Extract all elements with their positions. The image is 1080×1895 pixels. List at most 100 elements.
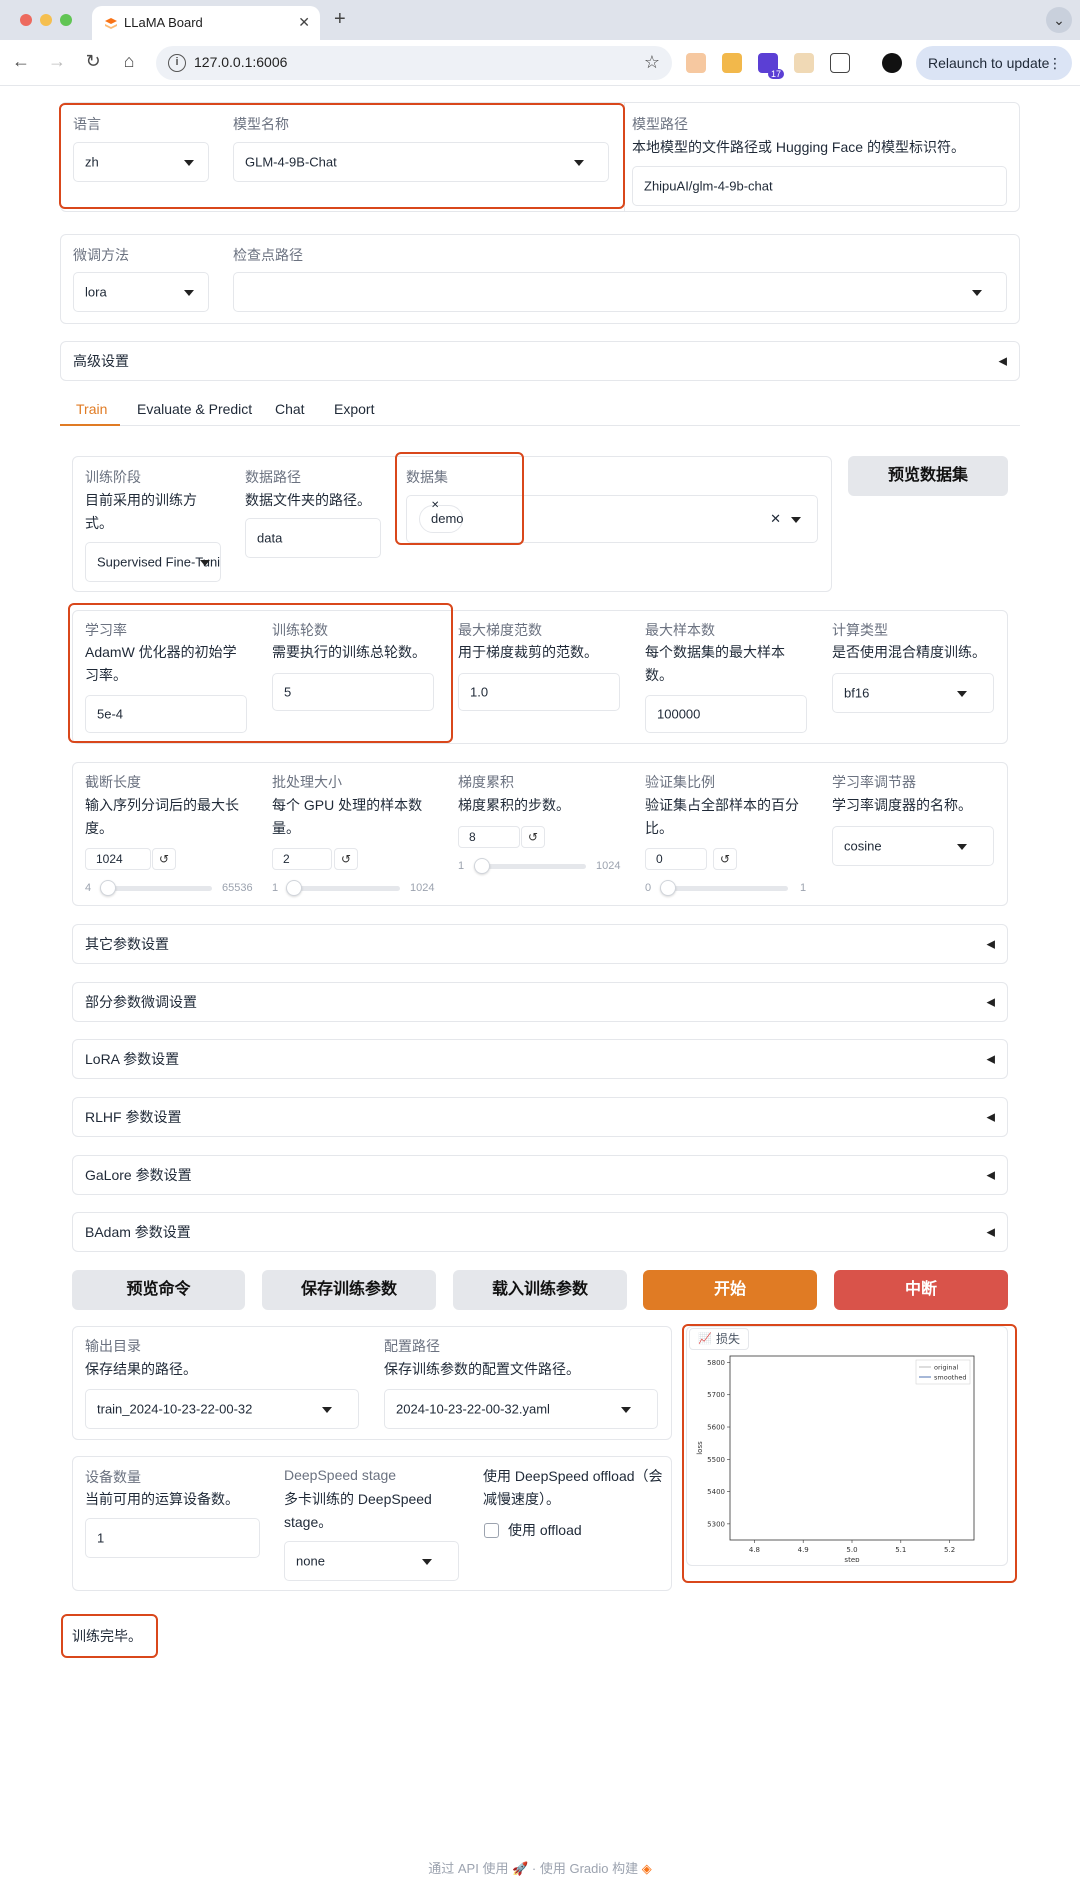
browser-tab[interactable]: LLaMA Board ✕: [92, 6, 320, 40]
forward-icon[interactable]: →: [46, 51, 68, 72]
devices-input[interactable]: 1: [85, 1518, 260, 1558]
site-info-icon[interactable]: i: [168, 54, 186, 72]
batch-info: 每个 GPU 处理的样本数量。: [272, 797, 423, 836]
profile-avatar-icon[interactable]: [882, 53, 902, 73]
tab-search-chevron-icon[interactable]: ⌄: [1046, 7, 1072, 33]
save-args-button[interactable]: 保存训练参数: [262, 1270, 436, 1310]
language-label: 语言: [73, 116, 101, 132]
compute-type-dropdown[interactable]: bf16: [832, 673, 994, 713]
tab-export[interactable]: Export: [334, 401, 374, 417]
scheduler-dropdown[interactable]: cosine: [832, 826, 994, 866]
start-button[interactable]: 开始: [643, 1270, 817, 1310]
grad-accum-label: 梯度累积: [458, 774, 514, 790]
accordion-title: 其它参数设置: [85, 936, 169, 952]
home-icon[interactable]: ⌂: [118, 51, 140, 72]
rlhf-params-accordion[interactable]: RLHF 参数设置 ◀: [72, 1097, 1008, 1137]
preview-dataset-button[interactable]: 预览数据集: [848, 456, 1008, 496]
dataset-dir-label: 数据路径: [245, 469, 301, 485]
extensions-puzzle-icon[interactable]: [830, 53, 850, 73]
model-path-input[interactable]: ZhipuAI/glm-4-9b-chat: [632, 166, 1007, 206]
model-path-value: ZhipuAI/glm-4-9b-chat: [644, 178, 773, 194]
val-size-slider[interactable]: [660, 886, 788, 891]
legend-label: original: [934, 1364, 958, 1372]
extension-ip-icon[interactable]: [722, 53, 742, 73]
more-menu-icon[interactable]: ⋮: [1048, 46, 1062, 80]
model-name-dropdown[interactable]: GLM-4-9B-Chat: [233, 142, 609, 182]
extension-icon[interactable]: [686, 53, 706, 73]
x-tick-label: 4.9: [798, 1546, 809, 1554]
chevron-down-icon: [322, 1407, 332, 1413]
lora-params-accordion[interactable]: LoRA 参数设置 ◀: [72, 1039, 1008, 1079]
freeze-params-accordion[interactable]: 部分参数微调设置 ◀: [72, 982, 1008, 1022]
val-size-value: 0: [656, 852, 663, 866]
tab-evaluate[interactable]: Evaluate & Predict: [137, 401, 252, 417]
collapse-arrow-icon: ◀: [986, 1111, 995, 1124]
val-size-number[interactable]: 0: [645, 848, 707, 870]
batch-slider-handle[interactable]: [286, 880, 302, 896]
reset-icon[interactable]: ↺: [334, 848, 358, 870]
max-grad-norm-label: 最大梯度范数: [458, 622, 542, 638]
reset-icon[interactable]: ↺: [152, 848, 176, 870]
tab-close-icon[interactable]: ✕: [298, 14, 310, 31]
bookmark-star-icon[interactable]: ☆: [644, 52, 660, 73]
extension-badge-icon[interactable]: 17: [758, 53, 784, 79]
other-params-accordion[interactable]: 其它参数设置 ◀: [72, 924, 1008, 964]
cutoff-slider-handle[interactable]: [100, 880, 116, 896]
preview-command-button[interactable]: 预览命令: [72, 1270, 245, 1310]
epochs-input[interactable]: 5: [272, 673, 434, 711]
val-size-slider-handle[interactable]: [660, 880, 676, 896]
offload-checkbox[interactable]: [484, 1523, 499, 1538]
config-path-dropdown[interactable]: 2024-10-23-22-00-32.yaml: [384, 1389, 658, 1429]
max-samples-input[interactable]: 100000: [645, 695, 807, 733]
tab-train[interactable]: Train: [76, 401, 107, 417]
galore-params-accordion[interactable]: GaLore 参数设置 ◀: [72, 1155, 1008, 1195]
extension-blocked-icon[interactable]: [794, 53, 814, 73]
checkpoint-dropdown[interactable]: [233, 272, 1007, 312]
val-size-min: 0: [645, 882, 652, 894]
abort-button[interactable]: 中断: [834, 1270, 1008, 1310]
stage-dropdown[interactable]: Supervised Fine-Tuning: [85, 542, 221, 582]
finetune-dropdown[interactable]: lora: [73, 272, 209, 312]
maximize-window-button[interactable]: [60, 14, 72, 26]
relaunch-button[interactable]: Relaunch to update ⋮: [916, 46, 1072, 80]
max-grad-norm-input[interactable]: 1.0: [458, 673, 620, 711]
language-dropdown[interactable]: zh: [73, 142, 209, 182]
new-tab-icon[interactable]: +: [334, 8, 346, 31]
advanced-settings-accordion[interactable]: 高级设置 ◀: [60, 341, 1020, 381]
cutoff-min: 4: [85, 882, 92, 894]
gradio-link[interactable]: 使用 Gradio 构建: [540, 1861, 638, 1876]
batch-slider[interactable]: [286, 886, 400, 891]
minimize-window-button[interactable]: [40, 14, 52, 26]
grad-accum-slider-handle[interactable]: [474, 858, 490, 874]
ds-stage-dropdown[interactable]: none: [284, 1541, 459, 1581]
devices-label: 设备数量: [85, 1469, 141, 1485]
epochs-label: 训练轮数: [272, 622, 328, 638]
close-window-button[interactable]: [20, 14, 32, 26]
dataset-dir-input[interactable]: data: [245, 518, 381, 558]
config-path-info: 保存训练参数的配置文件路径。: [384, 1361, 580, 1377]
config-path-label: 配置路径: [384, 1338, 440, 1354]
clear-icon[interactable]: ✕: [770, 511, 781, 527]
grad-accum-number[interactable]: 8: [458, 826, 520, 848]
tab-chat[interactable]: Chat: [275, 401, 305, 417]
address-bar[interactable]: i 127.0.0.1:6006 ☆: [156, 46, 672, 80]
load-args-button[interactable]: 载入训练参数: [453, 1270, 627, 1310]
reload-icon[interactable]: ↻: [82, 51, 104, 72]
dataset-multiselect[interactable]: demo ✕ ✕: [406, 495, 818, 543]
api-link[interactable]: 通过 API 使用: [428, 1861, 508, 1876]
cutoff-slider[interactable]: [102, 886, 212, 891]
grad-accum-slider[interactable]: [474, 864, 586, 869]
cutoff-number[interactable]: 1024: [85, 848, 151, 870]
batch-number[interactable]: 2: [272, 848, 332, 870]
chip-remove-icon[interactable]: ✕: [431, 493, 454, 519]
finetune-value: lora: [85, 284, 107, 300]
x-tick-label: 5.1: [895, 1546, 906, 1554]
back-icon[interactable]: ←: [10, 51, 32, 72]
reset-icon[interactable]: ↺: [713, 848, 737, 870]
output-dir-dropdown[interactable]: train_2024-10-23-22-00-32: [85, 1389, 359, 1429]
cutoff-max: 65536: [222, 882, 253, 894]
devices-value: 1: [97, 1530, 105, 1546]
lr-input[interactable]: 5e-4: [85, 695, 247, 733]
reset-icon[interactable]: ↺: [521, 826, 545, 848]
badam-params-accordion[interactable]: BAdam 参数设置 ◀: [72, 1212, 1008, 1252]
